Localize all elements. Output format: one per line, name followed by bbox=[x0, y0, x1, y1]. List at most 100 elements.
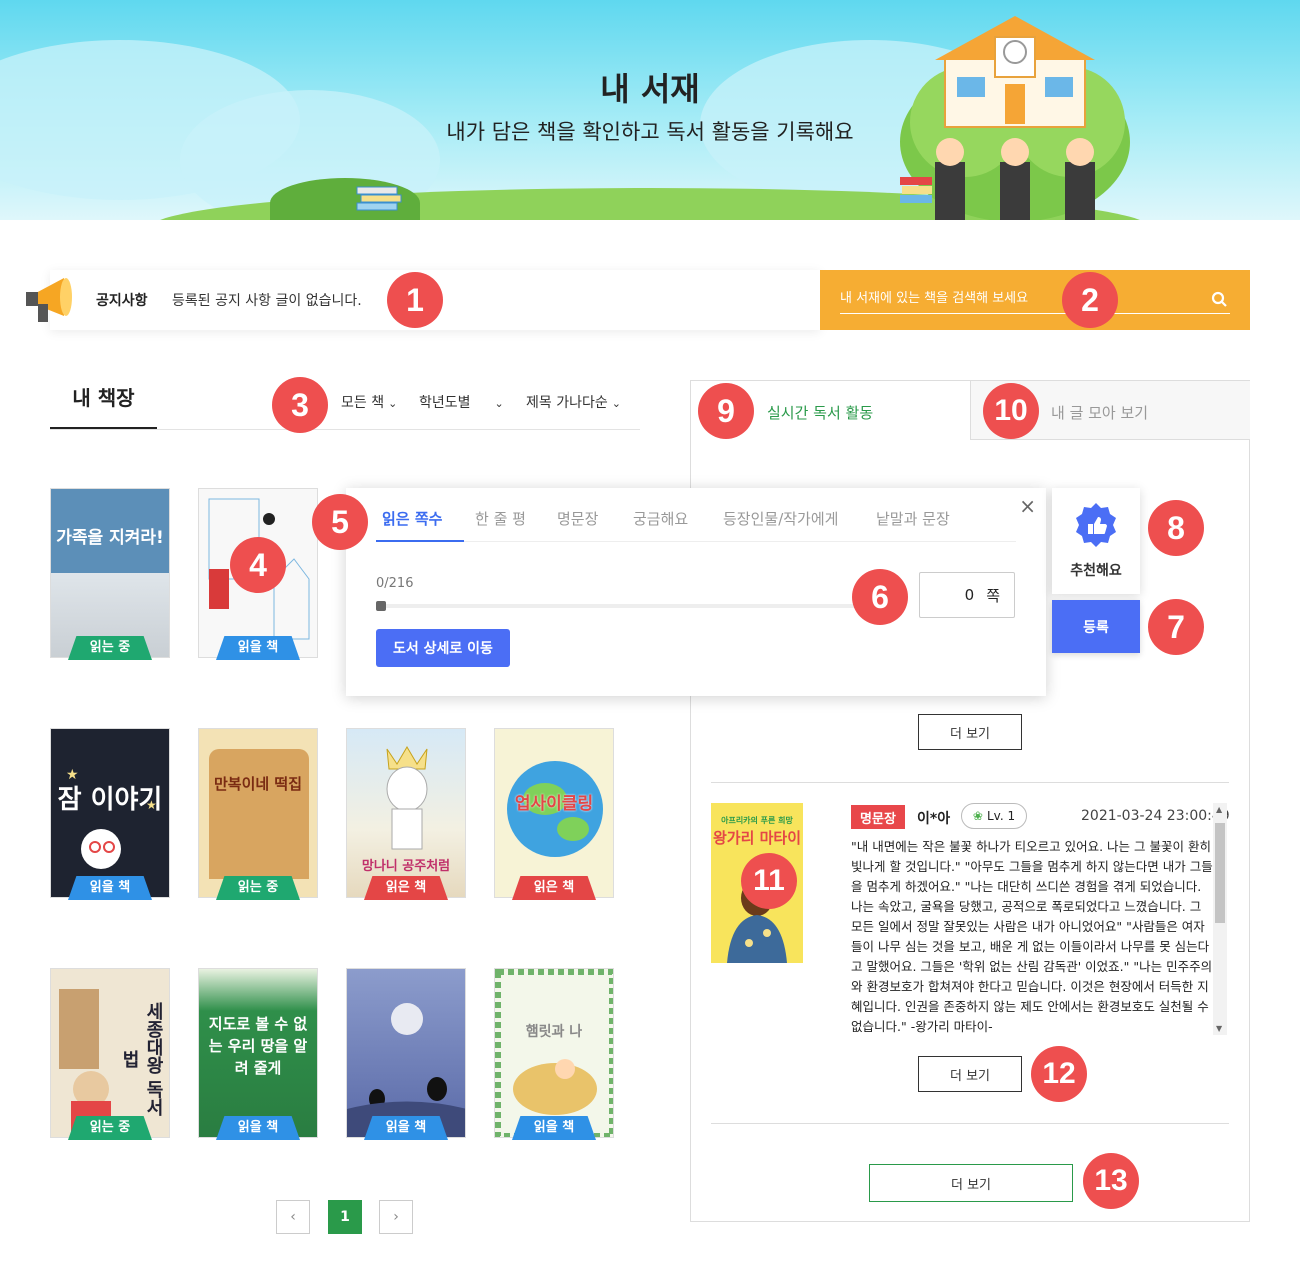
go-to-book-detail-button[interactable]: 도서 상세로 이동 bbox=[376, 629, 510, 667]
reading-status-badge: 읽을 책 bbox=[216, 1116, 300, 1140]
bookshelf-tab[interactable]: 내 책장 bbox=[50, 382, 157, 430]
reading-status-badge: 읽을 책 bbox=[364, 1116, 448, 1140]
notice-text[interactable]: 등록된 공지 사항 글이 없습니다. bbox=[172, 290, 362, 310]
chevron-right-icon: › bbox=[393, 1209, 399, 1225]
book-cover bbox=[346, 968, 466, 1138]
content-scrollbar[interactable]: ▲ ▼ bbox=[1213, 803, 1227, 1035]
next-page-button[interactable]: › bbox=[379, 1200, 413, 1234]
annotation-marker: 11 bbox=[741, 853, 797, 909]
reading-status-badge: 읽는 중 bbox=[216, 876, 300, 900]
sprout-icon: ❀ bbox=[972, 809, 983, 823]
annotation-marker: 5 bbox=[312, 494, 368, 550]
prev-page-button[interactable]: ‹ bbox=[276, 1200, 310, 1234]
book-card[interactable]: 세종대왕 독서법 읽는 중 bbox=[50, 968, 170, 1140]
tab-questions[interactable]: 궁금해요 bbox=[633, 508, 688, 529]
level-text: Lv. 1 bbox=[986, 809, 1016, 823]
reading-status-badge: 읽는 중 bbox=[68, 1116, 152, 1140]
load-more-button[interactable]: 더 보기 bbox=[869, 1164, 1073, 1202]
annotation-marker: 10 bbox=[983, 383, 1039, 439]
page-unit: 쪽 bbox=[986, 586, 1000, 605]
book-card[interactable]: 가족을 지켜라! 읽는 중 bbox=[50, 488, 170, 660]
annotation-marker: 3 bbox=[272, 377, 328, 433]
filter-all-books[interactable]: 모든 책 ⌄ bbox=[341, 392, 397, 412]
book-title: 세종대왕 독서법 bbox=[119, 1001, 164, 1117]
book-card[interactable]: 지도로 볼 수 없는 우리 땅을 알려 줄게 읽을 책 bbox=[198, 968, 318, 1140]
recommend-label: 추천해요 bbox=[1070, 563, 1122, 579]
book-cover-art bbox=[347, 1003, 465, 1137]
search-input[interactable] bbox=[840, 284, 1230, 314]
active-tab-indicator bbox=[376, 540, 464, 542]
book-title: 햄릿과 나 bbox=[525, 1024, 583, 1040]
divider bbox=[711, 1123, 1229, 1124]
reading-status-badge: 읽는 중 bbox=[68, 636, 152, 660]
chevron-down-icon: ⌄ bbox=[494, 397, 504, 410]
book-card[interactable]: 햄릿과 나 읽을 책 bbox=[494, 968, 614, 1140]
megaphone-icon bbox=[26, 278, 72, 322]
book-card[interactable]: 망나니 공주처럼 읽은 책 bbox=[346, 728, 466, 900]
annotation-marker: 8 bbox=[1148, 500, 1204, 556]
divider bbox=[50, 429, 640, 430]
tab-pages-read[interactable]: 읽은 쪽수 bbox=[382, 508, 442, 529]
filter-sort-title[interactable]: 제목 가나다순 ⌄ bbox=[526, 392, 621, 412]
tab-words-sentences[interactable]: 낱말과 문장 bbox=[876, 508, 950, 529]
book-cover: 가족을 지켜라! bbox=[50, 488, 170, 658]
filter-label: 학년도별 bbox=[419, 395, 471, 411]
divider bbox=[711, 782, 1229, 783]
page-number-input[interactable]: 0 쪽 bbox=[919, 572, 1015, 618]
notice-label: 공지사항 bbox=[96, 293, 148, 309]
reading-status-badge: 읽을 책 bbox=[68, 876, 152, 900]
more-button[interactable]: 더 보기 bbox=[918, 1056, 1022, 1092]
filter-label: 모든 책 bbox=[341, 395, 385, 411]
page-subtitle: 내가 담은 책을 확인하고 독서 활동을 기록해요 bbox=[446, 120, 854, 144]
book-cover: 지도로 볼 수 없는 우리 땅을 알려 줄게 bbox=[198, 968, 318, 1138]
book-cover: 망나니 공주처럼 bbox=[346, 728, 466, 898]
tab-to-character-author[interactable]: 등장인물/작가에게 bbox=[723, 508, 838, 529]
recommend-button[interactable]: 추천해요 bbox=[1052, 488, 1140, 594]
scroll-down-icon[interactable]: ▼ bbox=[1216, 1024, 1222, 1033]
hero-banner: 내 서재 내가 담은 책을 확인하고 독서 활동을 기록해요 bbox=[0, 0, 1300, 220]
more-button[interactable]: 더 보기 bbox=[918, 714, 1022, 750]
tab-label: 내 글 모아 보기 bbox=[1051, 404, 1149, 422]
book-card[interactable]: 업사이클링 읽은 책 bbox=[494, 728, 614, 900]
reading-status-badge: 읽은 책 bbox=[512, 876, 596, 900]
tab-one-line-review[interactable]: 한 줄 평 bbox=[475, 508, 526, 529]
book-card[interactable]: 만복이네 떡집 읽는 중 bbox=[198, 728, 318, 900]
svg-text:★: ★ bbox=[66, 767, 79, 783]
book-title: 가족을 지켜라! bbox=[56, 528, 164, 548]
chevron-left-icon: ‹ bbox=[290, 1209, 296, 1225]
page-value: 0 bbox=[964, 586, 975, 604]
book-card[interactable]: 읽을 책 bbox=[346, 968, 466, 1140]
scroll-up-icon[interactable]: ▲ bbox=[1216, 805, 1222, 814]
annotation-marker: 1 bbox=[387, 272, 443, 328]
thumbs-up-icon bbox=[1076, 503, 1116, 547]
page: 내 서재 내가 담은 책을 확인하고 독서 활동을 기록해요 공지사항 등록된 … bbox=[0, 0, 1300, 1280]
book-cover: 세종대왕 독서법 bbox=[50, 968, 170, 1138]
book-title: 망나니 공주처럼 bbox=[361, 859, 451, 874]
pages-slider-track[interactable] bbox=[376, 604, 886, 608]
annotation-marker: 6 bbox=[852, 569, 908, 625]
chevron-down-icon: ⌄ bbox=[611, 397, 621, 410]
post-content: "내 내면에는 작은 불꽃 하나가 티오르고 있어요. 나는 그 불꽃이 환히 … bbox=[851, 839, 1213, 1033]
book-cover: 업사이클링 bbox=[494, 728, 614, 898]
close-icon[interactable]: × bbox=[1019, 494, 1036, 518]
scrollbar-thumb[interactable] bbox=[1215, 823, 1225, 923]
book-cover-art bbox=[495, 969, 613, 1137]
reading-activity-popup: 읽은 쪽수 한 줄 평 명문장 궁금해요 등장인물/작가에게 낱말과 문장 × … bbox=[346, 488, 1046, 696]
page-1-button[interactable]: 1 bbox=[328, 1200, 362, 1234]
author-nickname: 이*아 bbox=[917, 811, 951, 827]
divider bbox=[376, 541, 1016, 542]
register-button[interactable]: 등록 bbox=[1052, 600, 1140, 653]
reading-status-badge: 읽은 책 bbox=[364, 876, 448, 900]
book-cover-art: ★ ★ bbox=[66, 767, 157, 869]
pages-slider-handle[interactable] bbox=[376, 601, 386, 611]
tab-quotes[interactable]: 명문장 bbox=[557, 508, 598, 529]
book-card[interactable]: 잠 이야기 ★ ★ 읽을 책 bbox=[50, 728, 170, 900]
level-badge: ❀ Lv. 1 bbox=[961, 803, 1027, 829]
reading-status-badge: 읽을 책 bbox=[216, 636, 300, 660]
page-title: 내 서재 bbox=[600, 70, 700, 108]
annotation-marker: 9 bbox=[698, 383, 754, 439]
search-icon[interactable] bbox=[1210, 290, 1230, 310]
filter-school-year[interactable]: 학년도별 ⌄ bbox=[419, 392, 504, 412]
chevron-down-icon: ⌄ bbox=[388, 397, 398, 410]
post-date: 2021-03-24 23:00:49 bbox=[1081, 808, 1230, 824]
